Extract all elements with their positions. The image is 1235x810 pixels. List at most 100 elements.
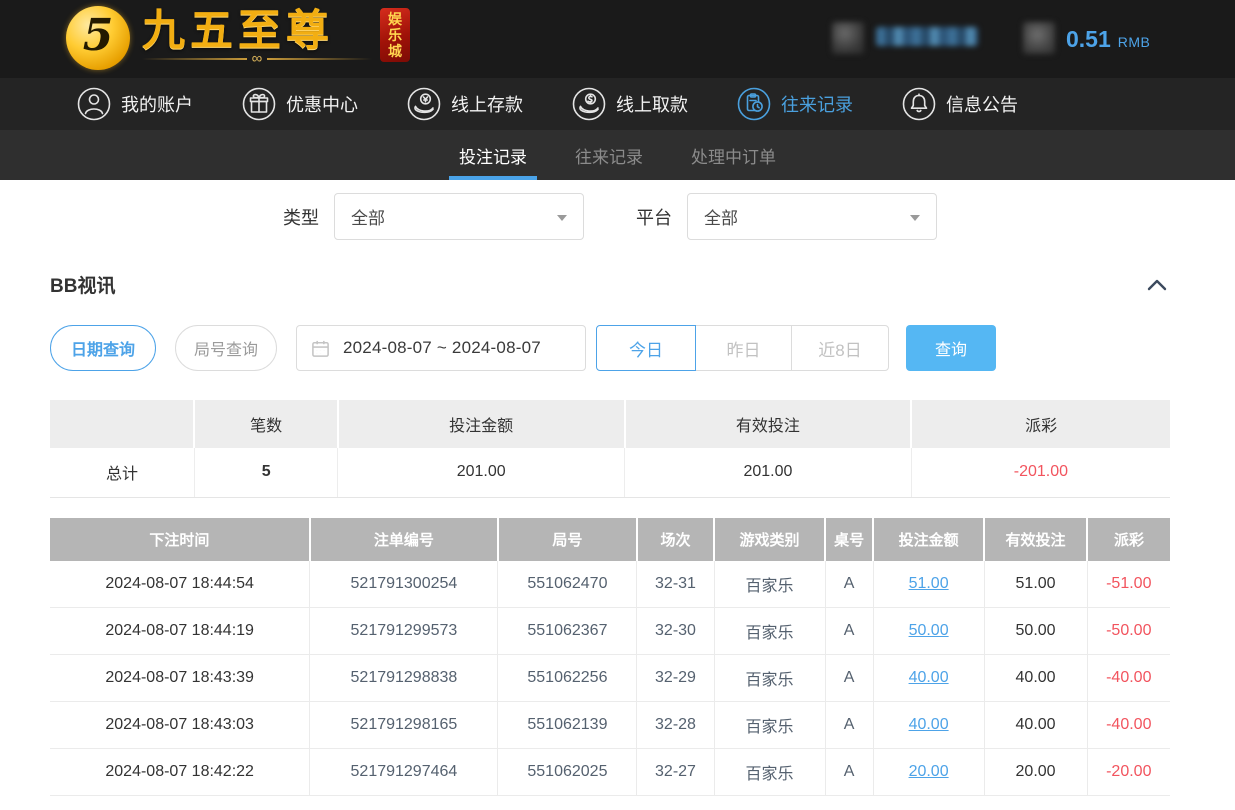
yesterday-button[interactable]: 昨日: [695, 325, 792, 371]
round-id-cell: 551062367: [498, 608, 637, 655]
table-id-cell: A: [825, 608, 873, 655]
platform-filter-label: 平台: [636, 204, 672, 230]
game-type-cell: 百家乐: [714, 702, 825, 749]
game-type-cell: 百家乐: [714, 608, 825, 655]
balance-currency: RMB: [1118, 34, 1151, 50]
table-id-cell: A: [825, 561, 873, 608]
bet-time-cell: 2024-08-07 18:43:39: [50, 655, 310, 702]
tab-transaction-records[interactable]: 往来记录: [573, 130, 645, 180]
nav-label: 线上存款: [451, 91, 523, 117]
summary-header-valid-bet: 有效投注: [625, 400, 912, 448]
bell-icon: [901, 86, 937, 122]
nav-item-announcements[interactable]: 信息公告: [901, 86, 1018, 122]
summary-total-label: 总计: [50, 448, 194, 497]
bet-table: 下注时间 注单编号 局号 场次 游戏类别 桌号 投注金额 有效投注 派彩 202…: [50, 518, 1170, 797]
session-cell: 32-30: [637, 608, 714, 655]
wallet-icon[interactable]: [1023, 22, 1055, 54]
date-query-button[interactable]: 日期查询: [50, 325, 156, 371]
bet-amount-link[interactable]: 40.00: [873, 702, 984, 749]
page-content: 类型 全部 平台 全部 BB视讯 日期查询 局号查询: [50, 193, 1170, 796]
transaction-records-icon: [736, 86, 772, 122]
table-row: 2024-08-07 18:44:19521791299573551062367…: [50, 608, 1170, 655]
date-range-input[interactable]: 2024-08-07 ~ 2024-08-07: [296, 325, 586, 371]
summary-payout: -201.00: [911, 448, 1170, 497]
summary-header-row: 笔数 投注金额 有效投注 派彩: [50, 400, 1170, 448]
bet-amount-link[interactable]: 50.00: [873, 608, 984, 655]
header-valid-bet: 有效投注: [984, 518, 1087, 561]
last-8-days-button[interactable]: 近8日: [791, 325, 889, 371]
nav-item-withdraw[interactable]: 线上取款: [571, 86, 688, 122]
search-button[interactable]: 查询: [906, 325, 996, 371]
table-id-cell: A: [825, 702, 873, 749]
nav-label: 我的账户: [121, 91, 193, 117]
summary-count: 5: [194, 448, 337, 497]
nav-item-deposit[interactable]: 线上存款: [406, 86, 523, 122]
nav-item-transaction-records[interactable]: 往来记录: [736, 86, 853, 122]
bet-time-cell: 2024-08-07 18:44:54: [50, 561, 310, 608]
payout-cell: -20.00: [1087, 749, 1170, 796]
collapse-section-button[interactable]: [1144, 276, 1170, 294]
records-tab-bar: 投注记录 往来记录 处理中订单: [0, 130, 1235, 180]
nav-label: 优惠中心: [286, 91, 358, 117]
bet-time-cell: 2024-08-07 18:44:19: [50, 608, 310, 655]
nav-label: 往来记录: [781, 91, 853, 117]
account-area: 0.51 RMB: [0, 0, 1235, 78]
bet-amount-link[interactable]: 40.00: [873, 655, 984, 702]
round-query-button[interactable]: 局号查询: [175, 325, 277, 371]
bet-time-cell: 2024-08-07 18:43:03: [50, 702, 310, 749]
platform-select[interactable]: 全部: [687, 193, 937, 240]
summary-header-payout: 派彩: [911, 400, 1170, 448]
nav-label: 线上取款: [616, 91, 688, 117]
table-id-cell: A: [825, 655, 873, 702]
main-nav: 我的账户 优惠中心 线上存款 线上取款: [0, 78, 1235, 130]
table-row: 2024-08-07 18:42:22521791297464551062025…: [50, 749, 1170, 796]
today-button[interactable]: 今日: [596, 325, 696, 371]
table-row: 2024-08-07 18:43:03521791298165551062139…: [50, 702, 1170, 749]
bet-amount-link[interactable]: 51.00: [873, 561, 984, 608]
tab-bet-records[interactable]: 投注记录: [457, 130, 529, 180]
table-id-cell: A: [825, 749, 873, 796]
type-select[interactable]: 全部: [334, 193, 584, 240]
summary-table: 笔数 投注金额 有效投注 派彩 总计 5 201.00 201.00 -201.…: [50, 400, 1170, 498]
platform-select-value: 全部: [704, 204, 738, 229]
nav-item-my-account[interactable]: 我的账户: [76, 86, 193, 122]
calendar-icon: [311, 339, 330, 358]
bet-amount-link[interactable]: 20.00: [873, 749, 984, 796]
type-filter-label: 类型: [283, 204, 319, 230]
game-type-cell: 百家乐: [714, 749, 825, 796]
balance: 0.51 RMB: [1066, 26, 1150, 53]
bet-time-cell: 2024-08-07 18:42:22: [50, 749, 310, 796]
chevron-down-icon: [557, 215, 567, 221]
bet-table-body: 2024-08-07 18:44:54521791300254551062470…: [50, 561, 1170, 796]
header-bet-time: 下注时间: [50, 518, 310, 561]
username-masked[interactable]: [876, 27, 978, 46]
valid-bet-cell: 40.00: [984, 655, 1087, 702]
nav-item-promotions[interactable]: 优惠中心: [241, 86, 358, 122]
session-cell: 32-31: [637, 561, 714, 608]
table-row: 2024-08-07 18:44:54521791300254551062470…: [50, 561, 1170, 608]
header-order-id: 注单编号: [310, 518, 498, 561]
header-game-type: 游戏类别: [714, 518, 825, 561]
summary-total-row: 总计 5 201.00 201.00 -201.00: [50, 448, 1170, 497]
session-cell: 32-28: [637, 702, 714, 749]
tab-pending-orders[interactable]: 处理中订单: [689, 130, 778, 180]
section-header: BB视讯: [50, 271, 1170, 298]
date-range-value: 2024-08-07 ~ 2024-08-07: [343, 338, 541, 358]
valid-bet-cell: 50.00: [984, 608, 1087, 655]
round-id-cell: 551062025: [498, 749, 637, 796]
payout-cell: -51.00: [1087, 561, 1170, 608]
payout-cell: -40.00: [1087, 702, 1170, 749]
order-id-cell: 521791298838: [310, 655, 498, 702]
deposit-icon: [406, 86, 442, 122]
table-row: 2024-08-07 18:43:39521791298838551062256…: [50, 655, 1170, 702]
valid-bet-cell: 51.00: [984, 561, 1087, 608]
header-payout: 派彩: [1087, 518, 1170, 561]
avatar[interactable]: [832, 22, 864, 54]
session-cell: 32-27: [637, 749, 714, 796]
session-cell: 32-29: [637, 655, 714, 702]
summary-valid-bet: 201.00: [625, 448, 912, 497]
chevron-down-icon: [910, 215, 920, 221]
summary-header-bet-amount: 投注金额: [338, 400, 625, 448]
summary-header-count: 笔数: [194, 400, 337, 448]
game-type-cell: 百家乐: [714, 561, 825, 608]
